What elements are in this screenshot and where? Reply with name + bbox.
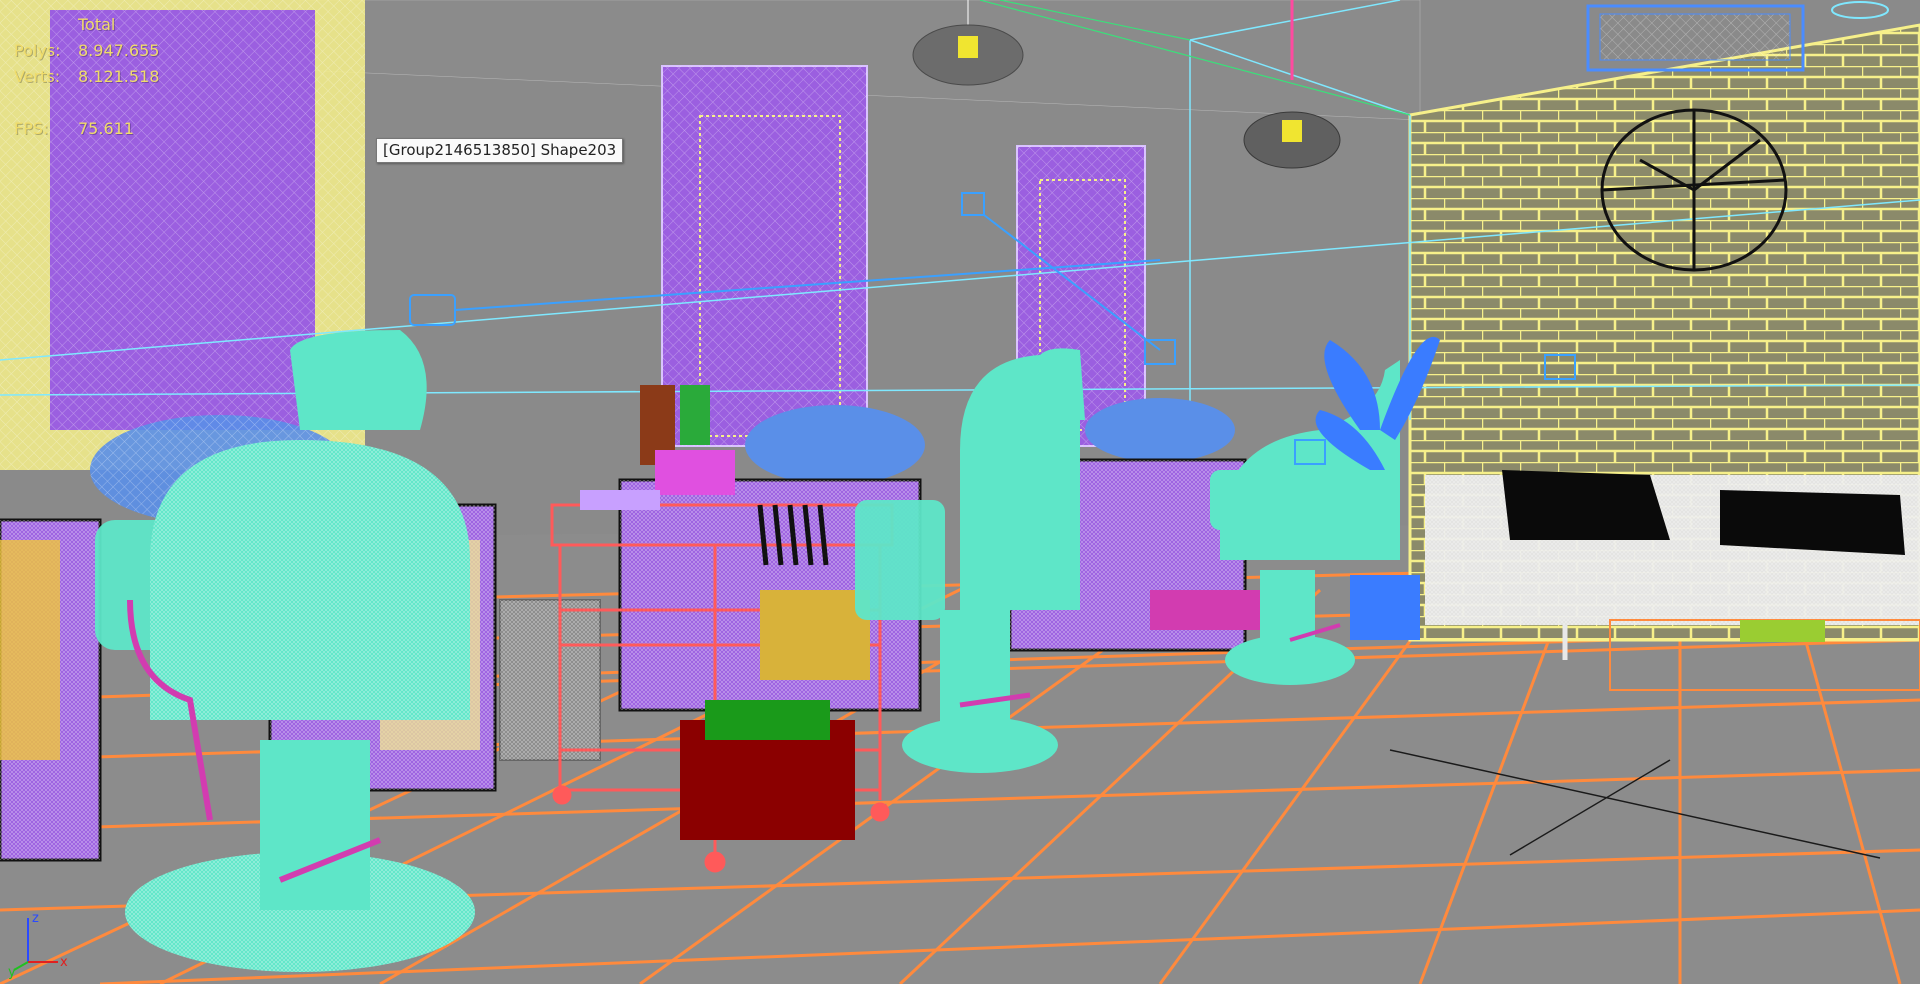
sink-right (1085, 398, 1235, 462)
axis-y-label: y (8, 965, 16, 980)
axis-tripod-icon: z x y (8, 911, 68, 980)
axis-x-label: x (60, 955, 68, 970)
object-tooltip: [Group2146513850] Shape203 (376, 138, 624, 163)
cabinet-left (0, 518, 102, 862)
trash-bin (499, 599, 601, 761)
axis-z-label: z (32, 911, 39, 926)
perspective-viewport[interactable]: Total Polys: 8.947.655 Verts: 8.121.518 FP… (0, 0, 1920, 984)
cart-box (680, 700, 855, 840)
sink-center (745, 405, 925, 485)
scene-wireframe[interactable] (0, 0, 1920, 984)
